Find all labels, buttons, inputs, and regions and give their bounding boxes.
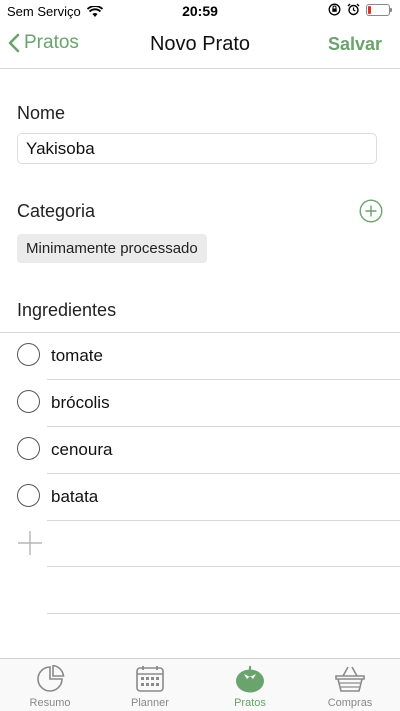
ingredient-name: batata — [51, 487, 99, 506]
ingredient-row[interactable]: brócolis — [0, 380, 400, 427]
tab-pratos[interactable]: Pratos — [200, 659, 300, 711]
ingredients-label: Ingredientes — [17, 300, 117, 320]
ingredient-checkbox[interactable] — [17, 484, 40, 507]
ingredient-row[interactable]: batata — [0, 474, 400, 521]
divider — [47, 520, 400, 521]
tab-resumo[interactable]: Resumo — [0, 659, 100, 711]
tab-bar: Resumo Planner Pratos Compras — [0, 658, 400, 711]
ingredient-checkbox[interactable] — [17, 390, 40, 413]
alarm-icon — [347, 3, 360, 16]
category-label: Categoria — [17, 201, 96, 221]
name-field[interactable] — [17, 133, 377, 164]
battery-icon — [366, 3, 392, 16]
add-category-icon[interactable] — [359, 199, 383, 223]
ingredient-name: brócolis — [51, 393, 110, 412]
tomato-icon — [236, 665, 264, 693]
ingredient-row[interactable]: cenoura — [0, 427, 400, 474]
divider — [47, 613, 400, 614]
rotation-lock-icon — [328, 3, 341, 16]
tab-label: Compras — [327, 697, 373, 709]
tab-label: Resumo — [29, 697, 71, 709]
tab-compras[interactable]: Compras — [300, 659, 400, 711]
ingredient-checkbox[interactable] — [17, 437, 40, 460]
add-ingredient-icon[interactable] — [17, 530, 43, 556]
basket-icon — [335, 666, 365, 692]
save-button[interactable]: Salvar — [328, 34, 382, 55]
navigation-bar: Pratos Novo Prato Salvar — [0, 22, 400, 69]
name-label: Nome — [17, 103, 66, 123]
status-right — [328, 3, 392, 16]
ingredient-name: cenoura — [51, 440, 113, 459]
tab-label: Pratos — [234, 697, 266, 709]
ingredient-checkbox[interactable] — [17, 343, 40, 366]
screen: Sem Serviço 20:59 Pratos Novo Prato Salv… — [0, 0, 400, 711]
ingredient-name: tomate — [51, 346, 103, 365]
status-bar: Sem Serviço 20:59 — [0, 0, 400, 22]
divider — [47, 566, 400, 567]
ingredient-row[interactable]: tomate — [0, 333, 400, 380]
calendar-icon — [136, 666, 164, 692]
tab-planner[interactable]: Planner — [100, 659, 200, 711]
pie-chart-icon — [37, 665, 65, 692]
battery-level — [368, 5, 371, 14]
tab-label: Planner — [131, 697, 169, 709]
category-chip[interactable]: Minimamente processado — [17, 234, 207, 263]
